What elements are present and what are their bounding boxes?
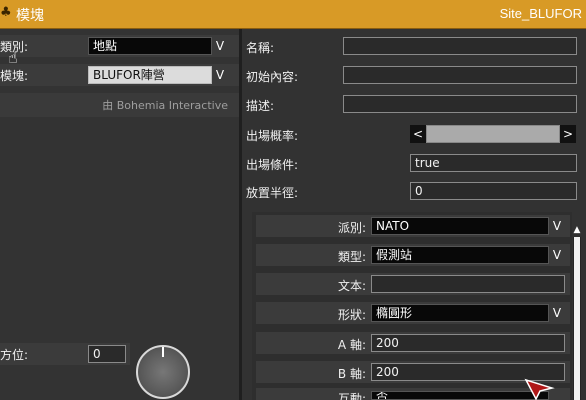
text-label: 文本:: [337, 279, 366, 293]
name-input[interactable]: [343, 37, 577, 55]
probability-decrease-button[interactable]: <: [410, 125, 426, 143]
chevron-down-icon[interactable]: V: [212, 66, 228, 84]
text-input[interactable]: [371, 275, 565, 293]
probability-slider[interactable]: [426, 125, 560, 143]
chevron-down-icon[interactable]: V: [549, 246, 565, 264]
chevron-down-icon[interactable]: V: [549, 304, 565, 322]
bearing-input[interactable]: 0: [88, 345, 126, 363]
category-dropdown[interactable]: 地點: [88, 37, 212, 55]
chevron-down-icon[interactable]: V: [549, 217, 565, 235]
init-label: 初始內容:: [246, 70, 299, 84]
mutual-label: 互動:: [337, 392, 366, 400]
title-bar: ♣ 模塊 Site_BLUFOR: [0, 0, 586, 29]
shape-label: 形狀:: [337, 308, 366, 322]
condition-input[interactable]: true: [410, 154, 577, 172]
probability-label: 出場概率:: [246, 129, 299, 143]
bearing-label: 方位:: [0, 348, 29, 362]
probability-increase-button[interactable]: >: [560, 125, 576, 143]
hand-cursor-icon: ☝: [8, 48, 18, 67]
b-axis-label: B 軸:: [337, 367, 366, 381]
window-title: 模塊: [16, 8, 44, 24]
faction-dropdown[interactable]: NATO: [371, 217, 549, 235]
init-input[interactable]: [343, 66, 577, 84]
type-label: 類型:: [337, 250, 366, 264]
description-input[interactable]: [343, 95, 577, 113]
scrollbar-thumb[interactable]: [574, 237, 580, 400]
scroll-up-icon[interactable]: ▲: [572, 224, 582, 236]
module-label: 模塊:: [0, 69, 29, 83]
chevron-down-icon[interactable]: V: [212, 37, 228, 55]
module-class-name: Site_BLUFOR: [499, 6, 582, 21]
module-icon: ♣: [0, 5, 12, 20]
a-axis-label: A 軸:: [337, 338, 366, 352]
name-label: 名稱:: [246, 41, 275, 55]
description-label: 描述:: [246, 99, 275, 113]
condition-label: 出場條件:: [246, 158, 299, 172]
dial-needle: [162, 347, 164, 357]
a-axis-input[interactable]: 200: [371, 334, 565, 352]
faction-label: 派別:: [337, 221, 366, 235]
author-credit: 由 Bohemia Interactive: [102, 99, 228, 112]
module-dropdown[interactable]: BLUFOR陣營: [88, 66, 212, 84]
arrow-cursor-icon: [524, 378, 555, 400]
type-dropdown[interactable]: 假測站: [371, 246, 549, 264]
radius-label: 放置半徑:: [246, 186, 299, 200]
shape-dropdown[interactable]: 橢圓形: [371, 304, 549, 322]
radius-input[interactable]: 0: [410, 182, 577, 200]
